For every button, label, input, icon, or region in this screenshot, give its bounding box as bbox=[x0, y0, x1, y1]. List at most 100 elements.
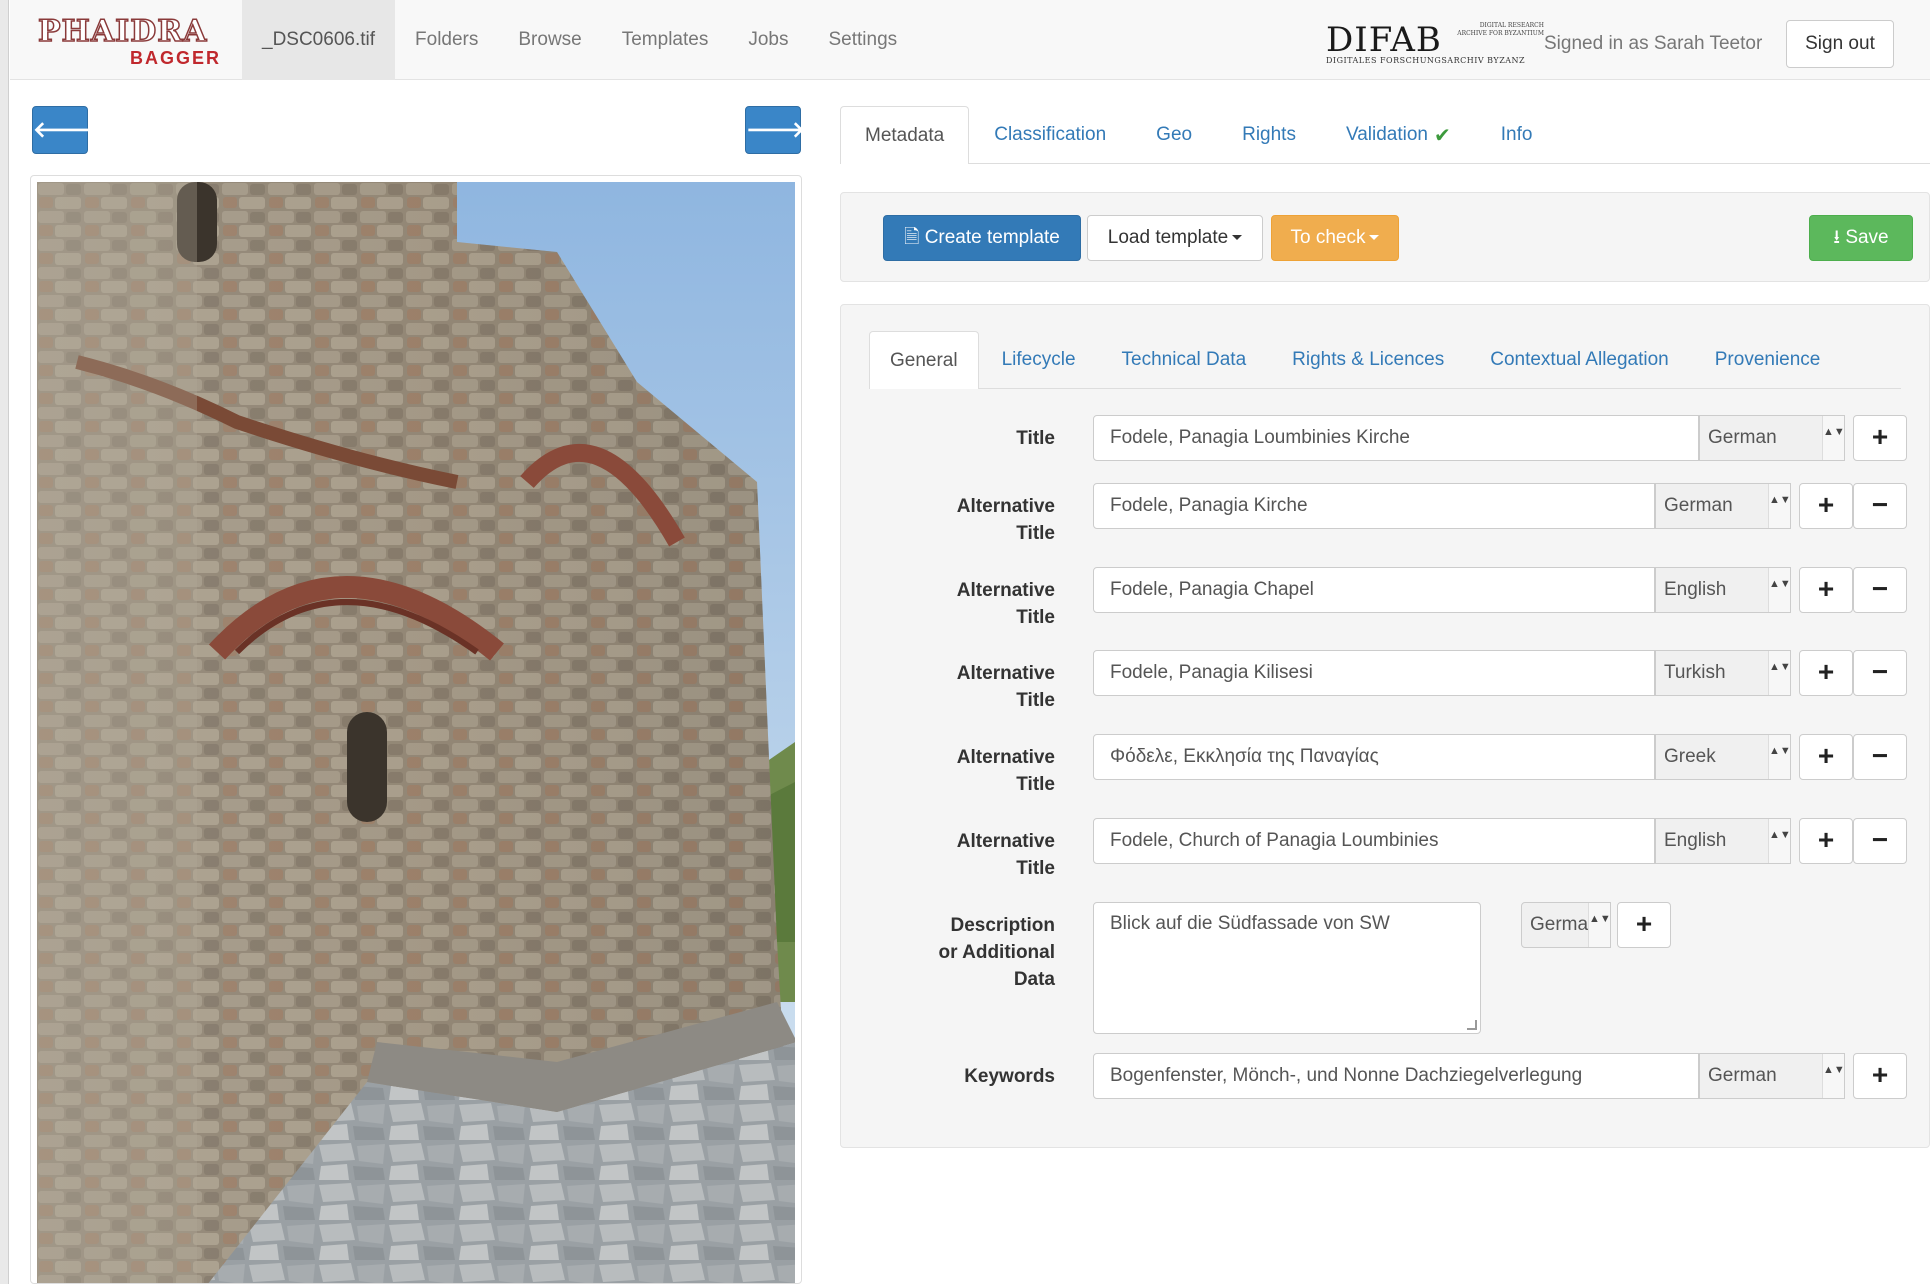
remove-alt-title-button[interactable]: − bbox=[1853, 650, 1907, 696]
template-toolbar: 🗎 Create template Load template To check… bbox=[840, 192, 1930, 282]
to-check-dropdown[interactable]: To check bbox=[1271, 215, 1399, 261]
remove-alt-title-button[interactable]: − bbox=[1853, 734, 1907, 780]
create-template-button[interactable]: 🗎 Create template bbox=[883, 215, 1081, 261]
difab-side-text: DIGITAL RESEARCH ARCHIVE FOR BYZANTIUM bbox=[1457, 22, 1544, 37]
load-template-dropdown[interactable]: Load template bbox=[1087, 215, 1263, 261]
subtab-rights-licences[interactable]: Rights & Licences bbox=[1269, 331, 1467, 388]
tab-info[interactable]: Info bbox=[1476, 106, 1558, 163]
alt-title-language-select[interactable]: Turkish ▲▼ bbox=[1655, 650, 1791, 696]
alt-title-label: Alternative Title bbox=[915, 577, 1055, 631]
add-alt-title-button[interactable]: + bbox=[1799, 567, 1853, 613]
previous-image-button[interactable]: 🡐 bbox=[32, 106, 92, 154]
nav-item-settings[interactable]: Settings bbox=[808, 0, 917, 80]
save-label: Save bbox=[1845, 227, 1889, 248]
resize-handle-icon[interactable] bbox=[1467, 1020, 1477, 1030]
description-value: Blick auf die Südfassade von SW bbox=[1110, 913, 1390, 934]
keywords-language-select[interactable]: German ▲▼ bbox=[1699, 1053, 1845, 1099]
alt-title-input[interactable]: Fodele, Panagia Kilisesi bbox=[1093, 650, 1655, 696]
alt-title-language-value: Turkish bbox=[1664, 662, 1726, 683]
subtab-general[interactable]: General bbox=[869, 331, 979, 389]
file-icon: 🗎 bbox=[904, 227, 920, 248]
signed-in-text: Signed in as Sarah Teetor bbox=[1544, 33, 1763, 54]
nav-item-templates[interactable]: Templates bbox=[602, 0, 729, 80]
create-template-label: Create template bbox=[924, 227, 1060, 248]
add-alt-title-button[interactable]: + bbox=[1799, 734, 1853, 780]
subtab-technical-data[interactable]: Technical Data bbox=[1099, 331, 1270, 388]
updown-icon: ▲▼ bbox=[1588, 903, 1610, 947]
alt-title-label-line2: Title bbox=[1016, 690, 1055, 711]
tab-metadata[interactable]: Metadata bbox=[840, 106, 970, 164]
add-alt-title-button[interactable]: + bbox=[1799, 650, 1853, 696]
description-label: Description or Additional Data bbox=[895, 912, 1055, 993]
subtab-lifecycle[interactable]: Lifecycle bbox=[979, 331, 1099, 388]
description-label-line3: Data bbox=[1013, 969, 1055, 990]
keywords-language-value: German bbox=[1708, 1065, 1777, 1086]
alt-title-input[interactable]: Fodele, Panagia Chapel bbox=[1093, 567, 1655, 613]
logo-wordmark: PHAIDRA bbox=[37, 13, 208, 50]
alt-title-language-value: German bbox=[1664, 495, 1733, 516]
load-template-label: Load template bbox=[1107, 227, 1229, 248]
nav-item-browse[interactable]: Browse bbox=[498, 0, 601, 80]
metadata-form-panel: General Lifecycle Technical Data Rights … bbox=[840, 304, 1930, 1148]
alt-title-language-select[interactable]: English ▲▼ bbox=[1655, 567, 1791, 613]
description-label-line2: or Additional bbox=[938, 942, 1055, 963]
updown-icon: ▲▼ bbox=[1768, 568, 1790, 612]
alt-title-language-select[interactable]: English ▲▼ bbox=[1655, 818, 1791, 864]
difab-wordmark: DIFAB bbox=[1326, 20, 1442, 60]
keywords-input[interactable]: Bogenfenster, Mönch-, und Nonne Dachzieg… bbox=[1093, 1053, 1699, 1099]
alt-title-input[interactable]: Fodele, Church of Panagia Loumbinies bbox=[1093, 818, 1655, 864]
alt-title-language-select[interactable]: German ▲▼ bbox=[1655, 483, 1791, 529]
description-language-select[interactable]: German ▲▼ bbox=[1521, 902, 1611, 948]
download-icon: ⭳ bbox=[1833, 227, 1841, 248]
tab-classification[interactable]: Classification bbox=[969, 106, 1131, 163]
tab-validation[interactable]: Validation ✔ bbox=[1321, 106, 1476, 163]
general-subtabs: General Lifecycle Technical Data Rights … bbox=[869, 331, 1901, 389]
phaidra-bagger-logo[interactable]: PHAIDRA BAGGER bbox=[37, 13, 228, 70]
sign-out-button[interactable]: Sign out bbox=[1786, 20, 1894, 68]
subtab-contextual-allegation[interactable]: Contextual Allegation bbox=[1467, 331, 1692, 388]
description-textarea[interactable]: Blick auf die Südfassade von SW bbox=[1093, 902, 1481, 1034]
updown-icon: ▲▼ bbox=[1768, 819, 1790, 863]
remove-alt-title-button[interactable]: − bbox=[1853, 483, 1907, 529]
alt-title-label: Alternative Title bbox=[915, 828, 1055, 882]
add-description-button[interactable]: + bbox=[1617, 902, 1671, 948]
remove-alt-title-button[interactable]: − bbox=[1853, 567, 1907, 613]
add-alt-title-button[interactable]: + bbox=[1799, 818, 1853, 864]
next-image-button[interactable]: 🡒 bbox=[745, 106, 805, 154]
updown-icon: ▲▼ bbox=[1822, 1054, 1844, 1098]
caret-down-icon bbox=[1232, 235, 1243, 241]
alt-title-input[interactable]: Fodele, Panagia Kirche bbox=[1093, 483, 1655, 529]
add-alt-title-button[interactable]: + bbox=[1799, 483, 1853, 529]
arrow-right-icon: 🡒 bbox=[746, 117, 805, 142]
description-label-line1: Description bbox=[950, 915, 1055, 936]
window-edge bbox=[0, 0, 9, 1284]
updown-icon: ▲▼ bbox=[1768, 735, 1790, 779]
alt-title-language-value: Greek bbox=[1664, 746, 1716, 767]
alt-title-language-select[interactable]: Greek ▲▼ bbox=[1655, 734, 1791, 780]
save-button[interactable]: ⭳ Save bbox=[1809, 215, 1913, 261]
add-title-button[interactable]: + bbox=[1853, 415, 1907, 461]
nav-item-jobs[interactable]: Jobs bbox=[728, 0, 808, 80]
metadata-tabs: Metadata Classification Geo Rights Valid… bbox=[840, 106, 1930, 164]
title-input[interactable]: Fodele, Panagia Loumbinies Kirche bbox=[1093, 415, 1699, 461]
nav-item-folders[interactable]: Folders bbox=[395, 0, 498, 80]
updown-icon: ▲▼ bbox=[1768, 651, 1790, 695]
subtab-provenience[interactable]: Provenience bbox=[1692, 331, 1844, 388]
to-check-label: To check bbox=[1290, 227, 1366, 248]
tab-rights[interactable]: Rights bbox=[1217, 106, 1321, 163]
alt-title-label: Alternative Title bbox=[915, 744, 1055, 798]
title-label: Title bbox=[1016, 428, 1055, 449]
add-keywords-button[interactable]: + bbox=[1853, 1053, 1907, 1099]
alt-title-label: Alternative Title bbox=[915, 493, 1055, 547]
alt-title-label-line1: Alternative bbox=[956, 663, 1055, 684]
nav-item-current-file[interactable]: _DSC0606.tif bbox=[242, 0, 396, 80]
updown-icon: ▲▼ bbox=[1768, 484, 1790, 528]
alt-title-input[interactable]: Φόδελε, Εκκλησία της Παναγίας bbox=[1093, 734, 1655, 780]
alt-title-label-line1: Alternative bbox=[956, 580, 1055, 601]
title-language-select[interactable]: German ▲▼ bbox=[1699, 415, 1845, 461]
top-navbar: PHAIDRA BAGGER _DSC0606.tif Folders Brow… bbox=[10, 0, 1930, 80]
alt-title-label-line2: Title bbox=[1016, 523, 1055, 544]
title-language-value: German bbox=[1708, 427, 1777, 448]
tab-geo[interactable]: Geo bbox=[1131, 106, 1217, 163]
remove-alt-title-button[interactable]: − bbox=[1853, 818, 1907, 864]
